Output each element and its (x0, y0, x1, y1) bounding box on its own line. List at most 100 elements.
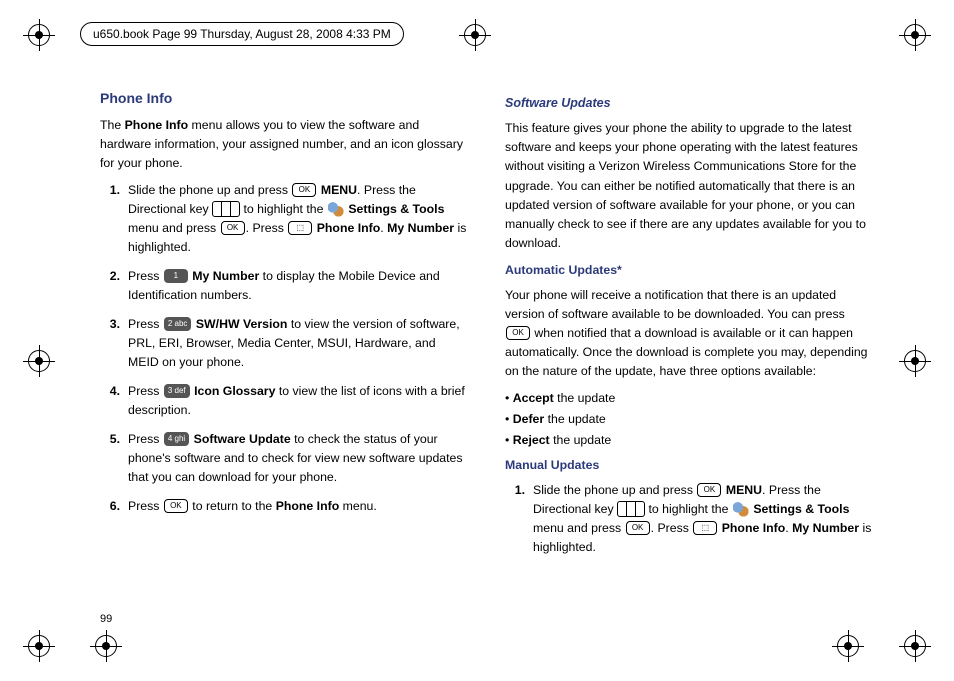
step-item: 2. Press 1 My Number to display the Mobi… (100, 267, 469, 305)
steps-list: 1. Slide the phone up and press OK MENU.… (100, 181, 469, 517)
step-item: 4. Press 3 def Icon Glossary to view the… (100, 382, 469, 420)
book-header-tag: u650.book Page 99 Thursday, August 28, 2… (80, 22, 404, 46)
text: Your phone will receive a notification t… (505, 286, 874, 381)
settings-tools-icon (328, 201, 344, 217)
phone-info-key-icon: ⬚ (693, 521, 717, 535)
text-bold: My Number (792, 521, 859, 535)
text: to highlight the (648, 502, 731, 516)
text-bold: My Number (387, 221, 454, 235)
options-list: Accept the update Defer the update Rejec… (505, 389, 874, 450)
text-bold: MENU (321, 183, 357, 197)
registration-mark-icon (28, 24, 50, 46)
step-item: 3. Press 2 abc SW/HW Version to view the… (100, 315, 469, 372)
step-body: Slide the phone up and press OK MENU . Pr… (533, 481, 874, 557)
text-bold: My Number (192, 269, 259, 283)
ok-key-icon: OK (697, 483, 721, 497)
page-number: 99 (100, 613, 112, 625)
text: Press (128, 384, 163, 398)
content-area: Phone Info The Phone Info menu allows yo… (100, 88, 874, 621)
heading-automatic-updates: Automatic Updates* (505, 261, 874, 280)
step-body: Press 4 ghi Software Update to check the… (128, 430, 469, 487)
text-bold: Icon Glossary (194, 384, 275, 398)
step-number: 3. (100, 315, 120, 372)
phone-info-key-icon: ⬚ (288, 221, 312, 235)
step-number: 4. (100, 382, 120, 420)
key-3-icon: 3 def (164, 384, 190, 398)
text-bold: Phone Info (317, 221, 381, 235)
text-bold: Settings & Tools (753, 502, 849, 516)
text-bold: Software Update (194, 432, 291, 446)
intro-text: The Phone Info menu allows you to view t… (100, 116, 469, 173)
settings-tools-icon (733, 501, 749, 517)
document-page: u650.book Page 99 Thursday, August 28, 2… (0, 0, 954, 681)
text-bold: Settings & Tools (348, 202, 444, 216)
step-body: Press 1 My Number to display the Mobile … (128, 267, 469, 305)
registration-mark-icon (95, 635, 117, 657)
step-body: Press 3 def Icon Glossary to view the li… (128, 382, 469, 420)
ok-key-icon: OK (626, 521, 650, 535)
right-column: Software Updates This feature gives your… (505, 88, 874, 621)
text: . Press (246, 221, 288, 235)
text-bold: Phone Info (276, 499, 340, 513)
dpad-key-icon (617, 501, 645, 517)
text: Slide the phone up and press (533, 483, 696, 497)
registration-mark-icon (28, 635, 50, 657)
text: the update (554, 391, 616, 405)
step-item: 6. Press OK to return to the Phone Info … (100, 497, 469, 516)
registration-mark-icon (464, 24, 486, 46)
text: Your phone will receive a notification t… (505, 288, 845, 321)
key-1-icon: 1 (164, 269, 188, 283)
heading-phone-info: Phone Info (100, 88, 469, 110)
text: to highlight the (243, 202, 326, 216)
heading-manual-updates: Manual Updates (505, 456, 874, 475)
text: menu and press (533, 521, 625, 535)
text: when notified that a download is availab… (505, 326, 868, 378)
list-item: Accept the update (505, 389, 874, 408)
step-item: 1. Slide the phone up and press OK MENU.… (100, 181, 469, 257)
key-2-icon: 2 abc (164, 317, 192, 331)
text-bold: Defer (513, 412, 544, 426)
ok-key-icon: OK (506, 326, 530, 340)
registration-mark-icon (904, 635, 926, 657)
ok-key-icon: OK (221, 221, 245, 235)
text: . Press (651, 521, 693, 535)
left-column: Phone Info The Phone Info menu allows yo… (100, 88, 469, 621)
list-item: Defer the update (505, 410, 874, 429)
step-number: 5. (100, 430, 120, 487)
text: Press (128, 317, 163, 331)
step-number: 2. (100, 267, 120, 305)
text-bold: Phone Info (125, 118, 189, 132)
text: the update (550, 433, 612, 447)
text-bold: Accept (513, 391, 554, 405)
text: the update (544, 412, 606, 426)
text: menu. (339, 499, 377, 513)
text: Press (128, 499, 163, 513)
step-item: 1. Slide the phone up and press OK MENU.… (505, 481, 874, 557)
step-item: 5. Press 4 ghi Software Update to check … (100, 430, 469, 487)
key-4-icon: 4 ghi (164, 432, 189, 446)
steps-list: 1. Slide the phone up and press OK MENU.… (505, 481, 874, 557)
text-bold: MENU (726, 483, 762, 497)
registration-mark-icon (904, 350, 926, 372)
ok-key-icon: OK (292, 183, 316, 197)
step-body: Press 2 abc SW/HW Version to view the ve… (128, 315, 469, 372)
text-bold: Reject (513, 433, 550, 447)
text-bold: SW/HW Version (196, 317, 288, 331)
heading-software-updates: Software Updates (505, 94, 874, 113)
step-number: 1. (100, 181, 120, 257)
dpad-key-icon (212, 201, 240, 217)
text: Slide the phone up and press (128, 183, 291, 197)
text: Press (128, 269, 163, 283)
registration-mark-icon (904, 24, 926, 46)
text: This feature gives your phone the abilit… (505, 119, 874, 252)
step-number: 1. (505, 481, 525, 557)
step-number: 6. (100, 497, 120, 516)
registration-mark-icon (837, 635, 859, 657)
text: The (100, 118, 125, 132)
text: to return to the (192, 499, 275, 513)
ok-key-icon: OK (164, 499, 188, 513)
text: Press (128, 432, 163, 446)
list-item: Reject the update (505, 431, 874, 450)
text-bold: Phone Info (722, 521, 786, 535)
registration-mark-icon (28, 350, 50, 372)
